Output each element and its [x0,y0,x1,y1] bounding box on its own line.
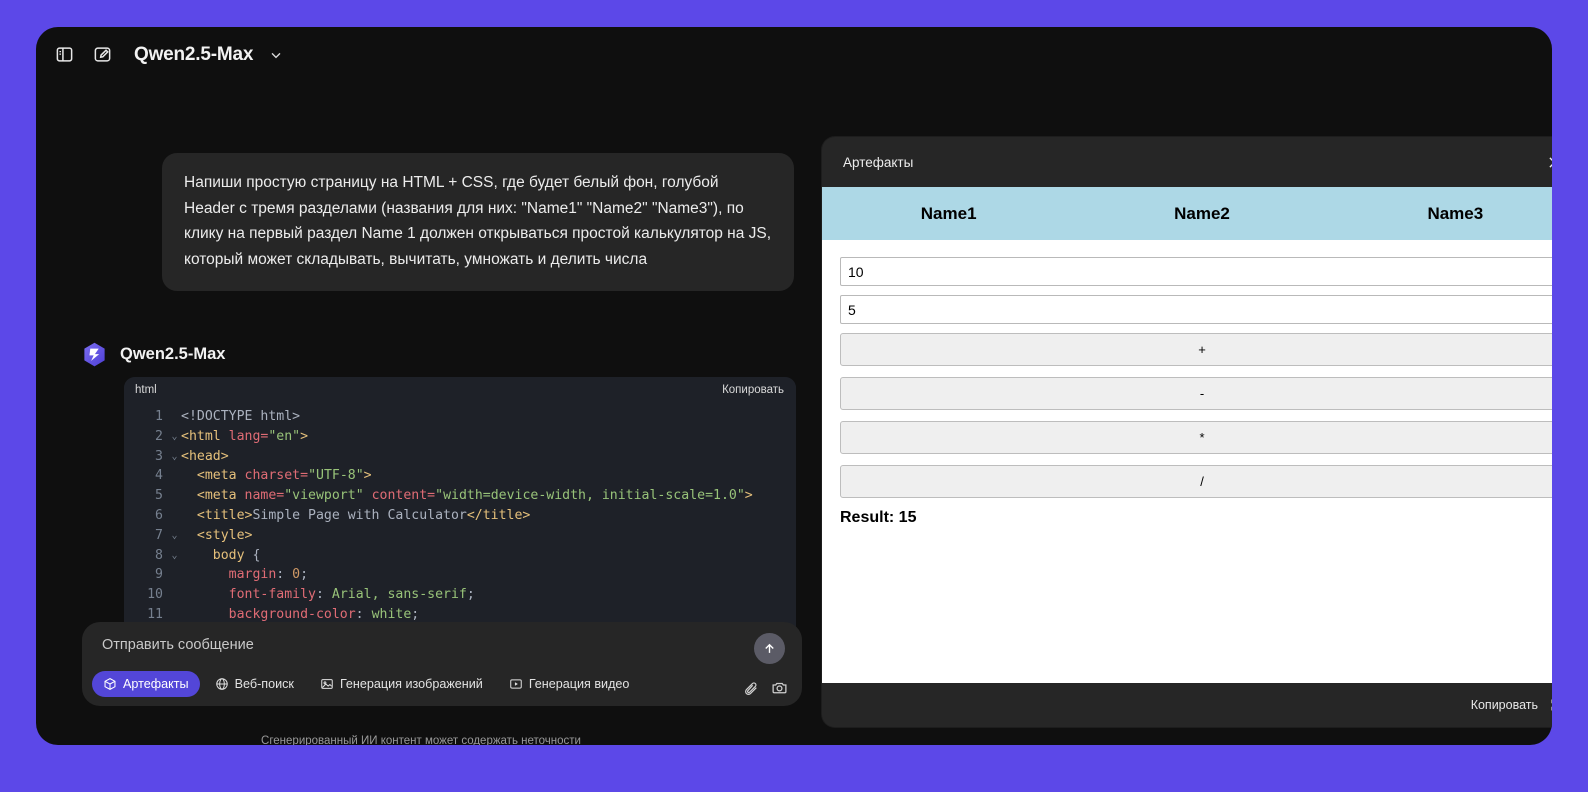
code-language-label: html [135,384,157,396]
code-line: 2 ⌄ <html lang="en"> [124,427,796,447]
code-line: 10 font-family: Arial, sans-serif; [124,585,796,605]
preview-nav-item-1[interactable]: Name1 [822,204,1075,224]
assistant-header: Qwen2.5-Max [80,340,225,368]
code-line-text: <meta charset="UTF-8"> [181,468,372,484]
preview-nav-item-3[interactable]: Name3 [1329,204,1552,224]
code-fold-spacer [168,585,181,605]
video-icon [509,677,523,691]
code-fold-spacer [168,565,181,585]
calculator-divide-button[interactable]: / [840,465,1552,498]
code-line-text: <title>Simple Page with Calculator</titl… [181,507,531,523]
assistant-name: Qwen2.5-Max [120,344,226,363]
sidebar-toggle-icon[interactable] [48,39,80,71]
artifacts-copy-button[interactable]: Копировать [1471,698,1538,712]
composer-chip-label: Артефакты [123,677,189,691]
code-line: 4 <meta charset="UTF-8"> [124,466,796,486]
code-line: 7 ⌄ <style> [124,526,796,546]
code-fold-spacer [168,407,181,427]
code-line-number: 7 [155,527,163,543]
calculator-buttons: + - * / [840,333,1552,498]
user-message-bubble: Напиши простую страницу на HTML + CSS, г… [162,153,794,291]
code-copy-button[interactable]: Копировать [722,384,784,396]
calculator-multiply-button[interactable]: * [840,421,1552,454]
composer-chip-row: Артефакты Веб-поиск Генерация изображений Г… [92,671,640,697]
code-line: 3 ⌄ <head> [124,447,796,467]
ai-disclaimer: Сгенерированный ИИ контент может содержа… [261,735,581,745]
code-fold-spacer [168,506,181,526]
chevron-down-icon[interactable] [268,47,284,63]
code-line: 1 <!DOCTYPE html> [124,407,796,427]
composer-chip-2[interactable]: Веб-поиск [204,671,305,697]
code-line-number: 5 [155,488,163,504]
code-line: 5 <meta name="viewport" content="width=d… [124,486,796,506]
code-line-number: 6 [155,507,163,523]
composer-chip-label: Веб-поиск [234,677,294,691]
compose-icon[interactable] [86,39,118,71]
calculator-result: Result: 15 [840,509,917,526]
code-line: 6 <title>Simple Page with Calculator</ti… [124,506,796,526]
code-line-number: 10 [147,587,163,603]
code-line-text: <head> [181,448,229,464]
composer-attachment-icons [743,679,788,696]
camera-icon[interactable] [771,679,788,696]
code-line-text: <meta name="viewport" content="width=dev… [181,488,753,504]
code-fold-spacer [168,466,181,486]
code-line-text: margin: 0; [181,567,309,583]
code-line-text: <style> [181,527,253,543]
composer-chip-3[interactable]: Генерация изображений [309,671,494,697]
composer-chip-1[interactable]: Артефакты [92,671,200,697]
code-line-number: 1 [155,409,163,424]
code-line-number: 9 [155,567,163,583]
code-line: 9 margin: 0; [124,565,796,585]
cube-icon [103,677,117,691]
code-line-text: <html lang="en"> [181,428,309,444]
model-name[interactable]: Qwen2.5-Max [134,44,253,66]
send-button[interactable] [754,633,785,664]
chat-scroll-area[interactable]: Напиши простую страницу на HTML + CSS, г… [36,82,806,662]
code-fold-toggle-icon[interactable]: ⌄ [168,427,181,447]
message-composer[interactable]: Отправить сообщение Артефакты Веб-поиск Ге… [82,622,802,706]
artifacts-panel-header: Артефакты [822,137,1552,187]
qwen-logo-icon [80,340,108,368]
code-fold-toggle-icon[interactable]: ⌄ [168,526,181,546]
calculator-add-button[interactable]: + [840,333,1552,366]
code-line-text: body { [181,547,261,563]
calculator-operand-1-input[interactable] [840,257,1552,286]
calculator-operand-2-input[interactable] [840,295,1552,324]
code-block: html Копировать 1 <!DOCTYPE html> 2 ⌄ <html … [124,377,796,662]
calculator-inputs [840,257,1552,324]
code-line-text: font-family: Arial, sans-serif; [181,587,475,603]
chat-column: Напиши простую страницу на HTML + CSS, г… [36,82,806,745]
composer-chip-label: Генерация видео [528,677,630,691]
code-line: 8 ⌄ body { [124,546,796,566]
calculator-subtract-button[interactable]: - [840,377,1552,410]
code-fold-toggle-icon[interactable]: ⌄ [168,447,181,467]
code-line-number: 2 [155,428,163,444]
image-icon [320,677,334,691]
close-icon[interactable] [1546,154,1552,171]
code-block-header: html Копировать [124,377,796,403]
globe-icon [215,677,229,691]
preview-nav-item-2[interactable]: Name2 [1075,204,1328,224]
artifacts-panel: Артефакты Name1Name2Name3 + - * / Result: 1… [822,137,1552,727]
top-bar: Qwen2.5-Max [36,27,1552,82]
calculator-widget: + - * / Result: 15 [822,240,1552,527]
artifacts-preview-stage: Name1Name2Name3 + - * / Result: 15 [822,187,1552,683]
composer-chip-label: Генерация изображений [339,677,483,691]
preview-nav-header: Name1 Name2 Name3 [822,187,1552,240]
composer-chip-4[interactable]: Генерация видео [498,671,641,697]
code-line-number: 4 [155,468,163,484]
code-fold-toggle-icon[interactable]: ⌄ [168,546,181,566]
code-line-text: <!DOCTYPE html> [181,409,301,424]
code-fold-spacer [168,486,181,506]
code-line-number: 3 [155,448,163,464]
artifacts-panel-title: Артефакты [843,154,914,170]
artifacts-panel-footer: Копировать [822,683,1552,727]
expand-icon[interactable] [1550,698,1552,712]
app-window: Qwen2.5-Max Напиши простую страницу на H… [36,27,1552,745]
paperclip-icon[interactable] [743,680,759,696]
code-line-number: 8 [155,547,163,563]
message-input-placeholder[interactable]: Отправить сообщение [102,637,254,653]
